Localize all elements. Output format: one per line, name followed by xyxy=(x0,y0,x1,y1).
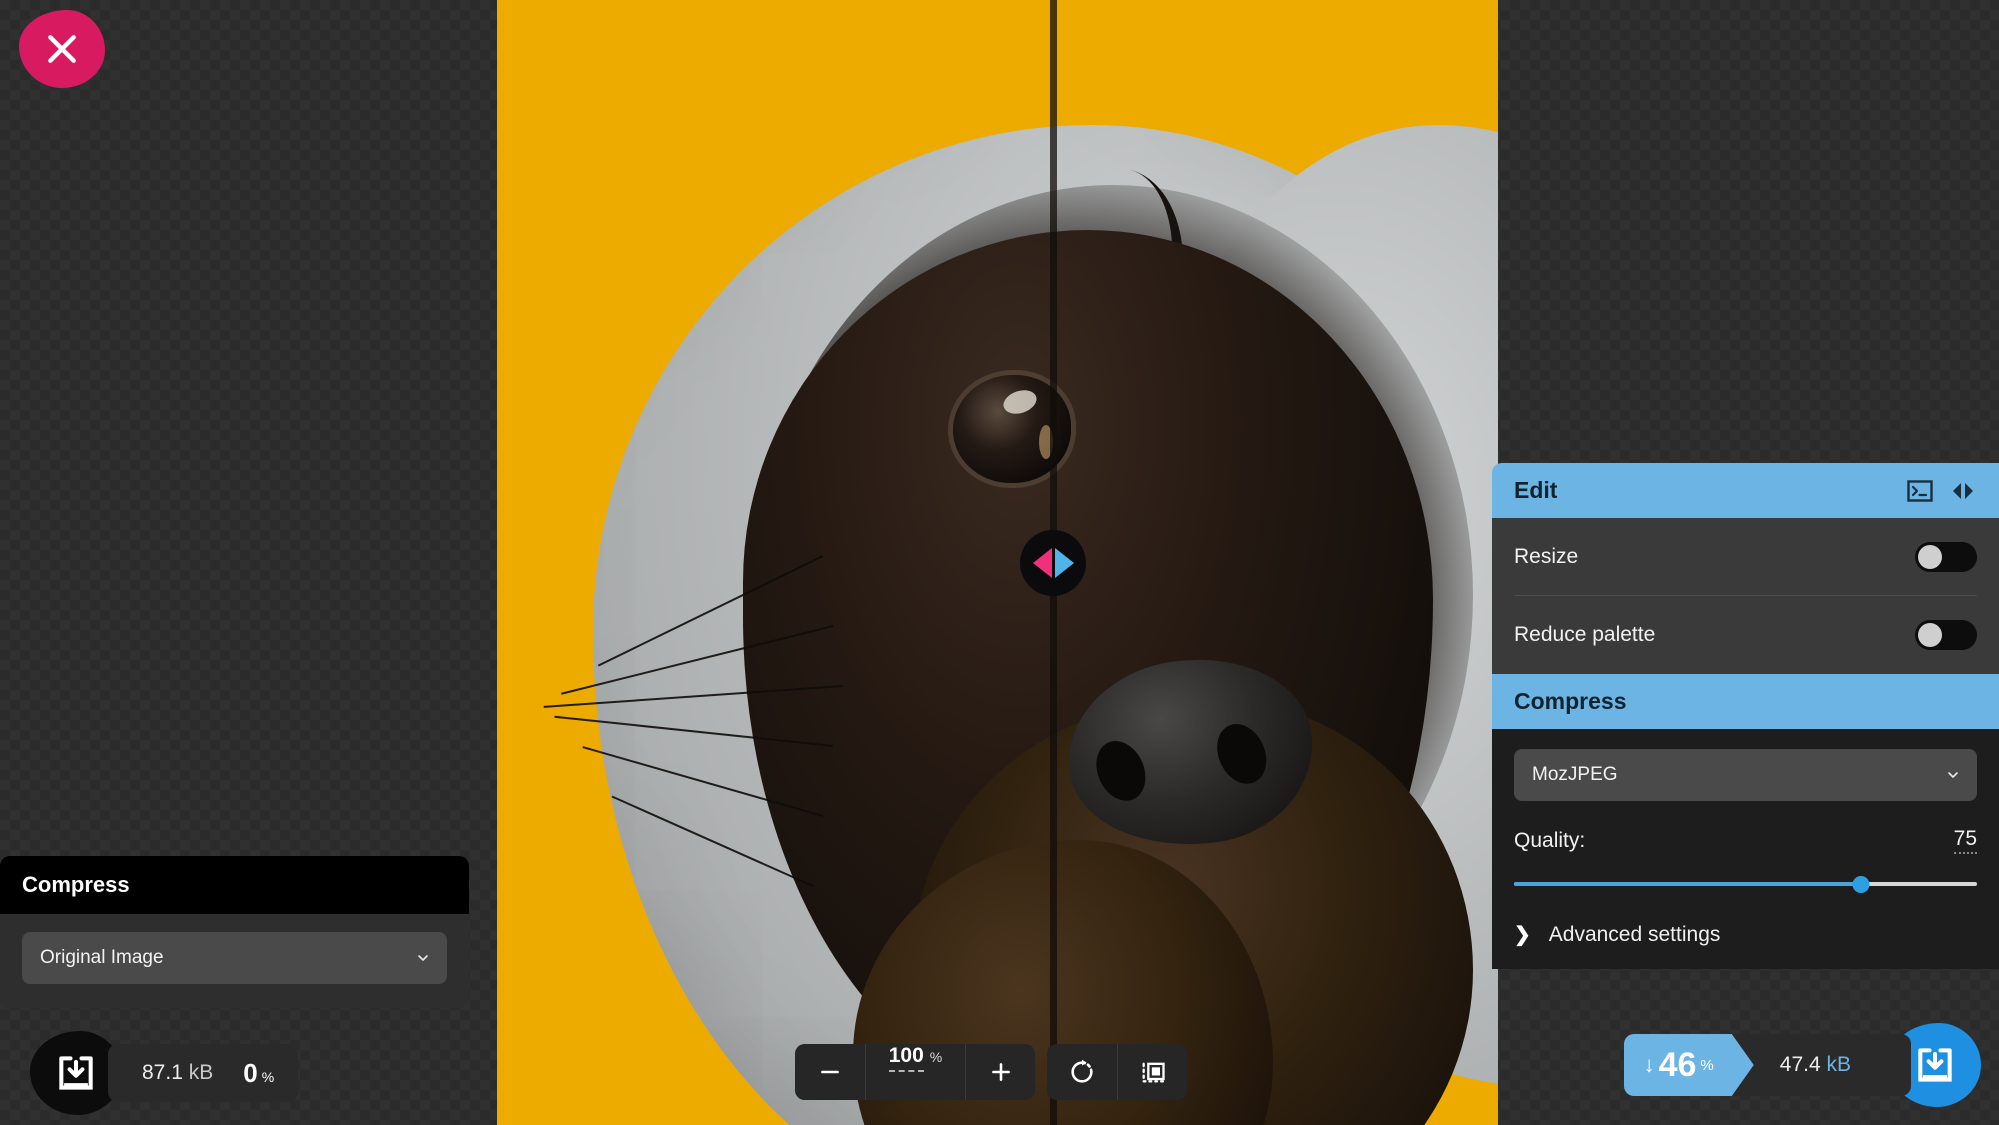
chevron-down-icon xyxy=(1948,772,1958,778)
zoom-toolbar: 100 % xyxy=(795,1044,1187,1100)
original-file-size: 87.1 kB xyxy=(142,1061,214,1084)
frame-overlay-icon xyxy=(1142,1062,1165,1083)
reduce-palette-row: Reduce palette xyxy=(1514,596,1977,674)
original-download-cluster: 87.1 kB 0 % xyxy=(30,1031,299,1115)
edit-section-title: Edit xyxy=(1514,477,1558,503)
zoom-in-button[interactable] xyxy=(965,1044,1035,1100)
advanced-settings-label: Advanced settings xyxy=(1548,922,1721,946)
minus-icon xyxy=(821,1070,839,1074)
edit-section-header: Edit xyxy=(1492,463,1999,518)
slider-right-arrow-icon xyxy=(1054,548,1074,578)
zoom-controls-group: 100 % xyxy=(795,1044,1035,1100)
right-settings-panel: Edit Resize Reduce palette Compress MozJ… xyxy=(1492,463,1999,969)
quality-slider[interactable] xyxy=(1514,876,1977,893)
resize-toggle[interactable] xyxy=(1915,541,1977,572)
left-panel-title: Compress xyxy=(0,856,469,914)
original-size-delta: 0 % xyxy=(243,1057,275,1088)
advanced-settings-toggle[interactable]: ❯ Advanced settings xyxy=(1514,922,1977,947)
reduce-palette-label: Reduce palette xyxy=(1514,623,1656,646)
toggle-background-button[interactable] xyxy=(1117,1044,1187,1100)
down-arrow-icon: ↓ xyxy=(1643,1052,1655,1077)
quality-row: Quality: 75 xyxy=(1514,827,1977,854)
compress-section-header: Compress xyxy=(1492,674,1999,729)
zoom-level-input[interactable]: 100 % xyxy=(865,1044,965,1100)
compression-savings-badge: ↓ 46 % xyxy=(1624,1034,1754,1096)
codec-select-value: MozJPEG xyxy=(1532,764,1618,785)
download-icon xyxy=(1918,1048,1952,1082)
compressed-size-bubble: ↓ 46 % 47.4 kB xyxy=(1623,1034,1911,1096)
codec-select[interactable]: MozJPEG xyxy=(1514,749,1977,801)
plus-icon xyxy=(991,1063,1010,1081)
resize-label: Resize xyxy=(1514,544,1579,568)
compression-savings-unit: % xyxy=(1700,1056,1714,1074)
quality-label: Quality: xyxy=(1514,828,1586,852)
left-compress-panel: Compress Original Image xyxy=(0,856,469,1008)
original-size-bubble: 87.1 kB 0 % xyxy=(108,1044,299,1102)
resize-row: Resize xyxy=(1514,518,1977,596)
reduce-palette-toggle[interactable] xyxy=(1915,620,1977,650)
compress-section-title: Compress xyxy=(1514,688,1627,714)
edit-section-body: Resize Reduce palette xyxy=(1492,518,1999,674)
rotate-button[interactable] xyxy=(1047,1044,1117,1100)
view-controls-group xyxy=(1047,1044,1187,1100)
app-root: 100 % Compress Original Image 87.1 kB 0 … xyxy=(0,0,1999,1125)
chevron-down-icon xyxy=(418,955,428,961)
slider-left-arrow-icon xyxy=(1032,548,1052,578)
quality-slider-thumb[interactable] xyxy=(1852,876,1870,893)
left-panel-body: Original Image xyxy=(0,914,469,1008)
rotate-icon xyxy=(1071,1059,1093,1083)
left-right-arrows-icon[interactable] xyxy=(1949,480,1977,502)
close-button[interactable] xyxy=(19,10,105,88)
compressed-file-size: 47.4 kB xyxy=(1779,1053,1851,1076)
quality-value[interactable]: 75 xyxy=(1953,827,1977,854)
original-image-select[interactable]: Original Image xyxy=(22,932,447,984)
compress-section-body: MozJPEG Quality: 75 ❯ Advanced settings xyxy=(1492,729,1999,969)
compression-savings-value: 46 xyxy=(1658,1045,1697,1084)
close-icon xyxy=(48,35,76,63)
zoom-level-unit: % xyxy=(929,1049,943,1065)
image-canvas[interactable] xyxy=(497,0,1498,1125)
zoom-level-value: 100 xyxy=(888,1044,924,1072)
comparison-slider-handle[interactable] xyxy=(1020,530,1086,596)
original-image-select-value: Original Image xyxy=(40,947,164,968)
compressed-download-cluster: ↓ 46 % 47.4 kB xyxy=(1623,1023,1981,1107)
quality-slider-fill xyxy=(1514,882,1862,886)
terminal-icon[interactable] xyxy=(1907,479,1933,502)
chevron-right-icon: ❯ xyxy=(1514,924,1531,946)
download-icon xyxy=(59,1056,93,1090)
zoom-out-button[interactable] xyxy=(795,1044,865,1100)
